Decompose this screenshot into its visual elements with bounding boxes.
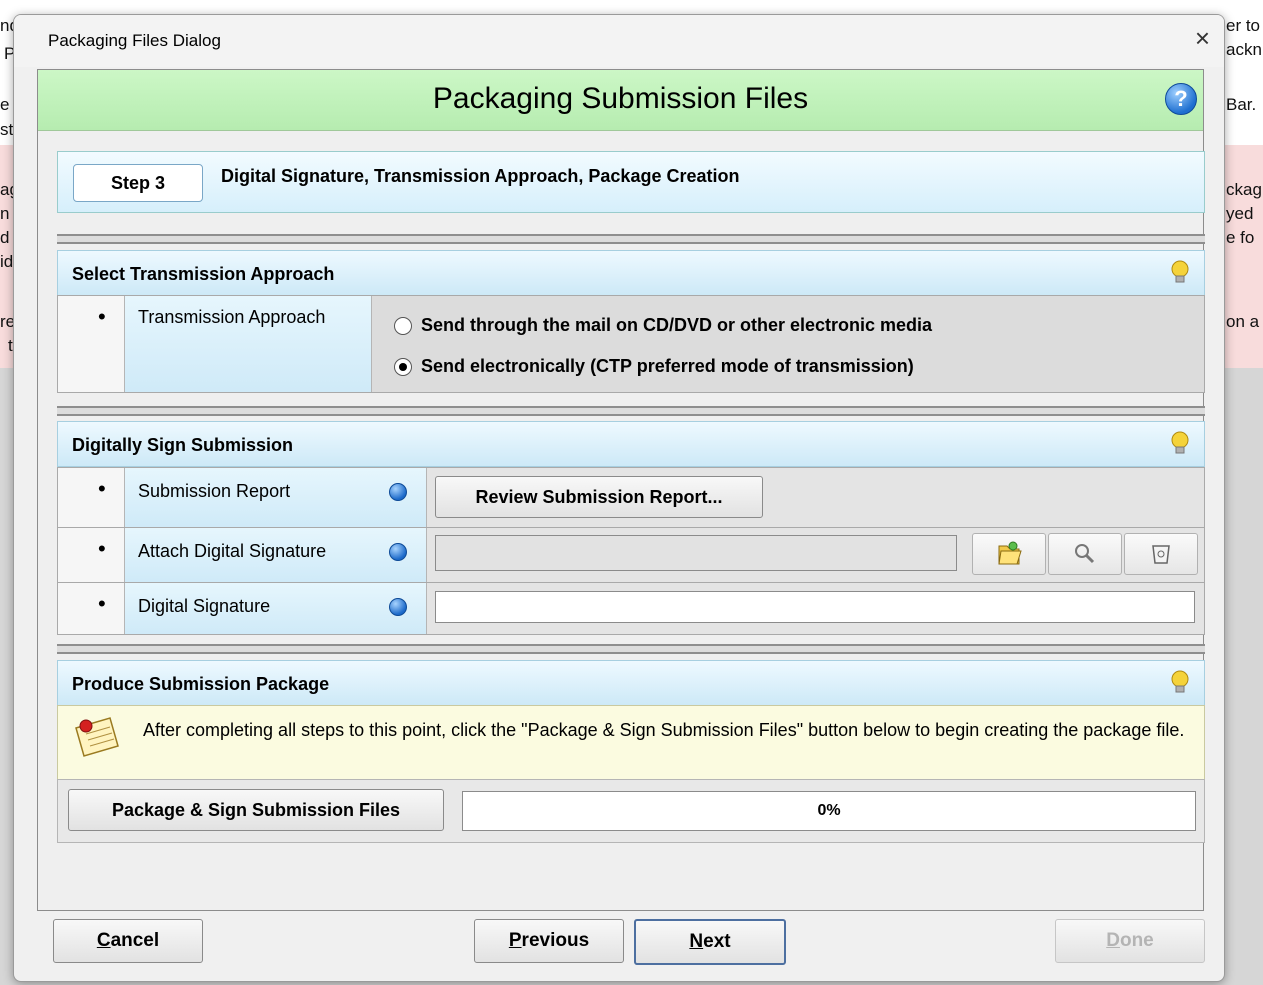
attach-signature-field[interactable]: [435, 535, 957, 571]
digital-signature-field[interactable]: [435, 591, 1195, 623]
sign-section-header: Digitally Sign Submission: [57, 421, 1205, 467]
next-button[interactable]: Next: [634, 919, 786, 965]
background-text: er to: [1226, 16, 1261, 35]
background-text: Bar.: [1226, 95, 1257, 114]
package-progress-bar: 0%: [462, 791, 1196, 831]
page-title: Packaging Submission Files: [432, 82, 809, 115]
info-panel: After completing all steps to this point…: [57, 705, 1205, 781]
background-text: e fo: [1226, 228, 1255, 247]
attach-signature-label: Attach Digital Signature: [138, 541, 327, 561]
browse-button[interactable]: [972, 533, 1046, 575]
radio-mail-media[interactable]: [394, 317, 412, 335]
produce-section-header: Produce Submission Package: [57, 660, 1205, 706]
transmission-label: Transmission Approach: [138, 307, 326, 327]
background-text: yed: [1226, 204, 1254, 223]
section-divider: [57, 406, 1205, 416]
step-description: Digital Signature, Transmission Approach…: [221, 166, 740, 186]
radio-send-electronically[interactable]: [394, 358, 412, 376]
view-button[interactable]: [1048, 533, 1122, 575]
clear-button[interactable]: [1124, 533, 1198, 575]
close-icon[interactable]: ×: [1195, 23, 1210, 54]
bullet-cell: •: [58, 296, 125, 392]
clear-icon: [1152, 545, 1170, 564]
status-dot-icon: [389, 483, 407, 501]
section-title: Digitally Sign Submission: [72, 435, 294, 455]
section-divider: [57, 644, 1205, 654]
page-header: Packaging Submission Files ?: [38, 70, 1203, 131]
dialog-titlebar: Packaging Files Dialog ×: [14, 15, 1224, 67]
package-sign-button[interactable]: Package & Sign Submission Files: [68, 789, 444, 831]
section-divider: [57, 234, 1205, 244]
status-dot-icon: [389, 543, 407, 561]
dialog-title: Packaging Files Dialog: [48, 31, 221, 50]
previous-button[interactable]: Previous: [474, 919, 624, 963]
lightbulb-icon[interactable]: [1170, 670, 1190, 696]
lightbulb-icon[interactable]: [1170, 260, 1190, 286]
attach-signature-row: • Attach Digital Signature: [57, 527, 1205, 583]
info-text: After completing all steps to this point…: [143, 720, 1185, 740]
transmission-section-header: Select Transmission Approach: [57, 250, 1205, 296]
bullet-cell: •: [58, 528, 125, 582]
package-row: Package & Sign Submission Files 0%: [57, 779, 1205, 843]
radio-mail-media-label[interactable]: Send through the mail on CD/DVD or other…: [421, 315, 932, 336]
transmission-row: • Transmission Approach Send through the…: [57, 295, 1205, 393]
packaging-files-dialog: Packaging Files Dialog × Packaging Submi…: [13, 14, 1225, 982]
background-text: ackn: [1226, 40, 1262, 59]
done-button: Done: [1055, 919, 1205, 963]
bullet-cell: •: [58, 468, 125, 527]
section-title: Produce Submission Package: [72, 674, 330, 694]
magnifier-icon: [1075, 544, 1095, 564]
review-submission-report-button[interactable]: Review Submission Report...: [435, 476, 763, 518]
background-text: on a: [1226, 312, 1260, 331]
background-text: ckag: [1226, 180, 1262, 199]
folder-open-icon: [998, 541, 1022, 565]
transmission-label-cell: Transmission Approach: [125, 296, 372, 392]
submission-report-row: • Submission Report Review Submission Re…: [57, 467, 1205, 528]
step-panel: Step 3 Digital Signature, Transmission A…: [57, 151, 1205, 213]
submission-report-label-cell: Submission Report: [125, 468, 427, 527]
bullet-cell: •: [58, 583, 125, 634]
cancel-button[interactable]: Cancel: [53, 919, 203, 963]
notepad-icon: [75, 717, 119, 757]
digital-signature-label: Digital Signature: [138, 596, 271, 616]
status-dot-icon: [389, 598, 407, 616]
section-title: Select Transmission Approach: [72, 264, 335, 284]
dialog-content: Packaging Submission Files ? Step 3 Digi…: [37, 69, 1205, 911]
submission-report-label: Submission Report: [138, 481, 291, 501]
digital-signature-label-cell: Digital Signature: [125, 583, 427, 634]
lightbulb-icon[interactable]: [1170, 431, 1190, 457]
attach-signature-label-cell: Attach Digital Signature: [125, 528, 427, 582]
radio-send-electronically-label[interactable]: Send electronically (CTP preferred mode …: [421, 356, 914, 377]
step-indicator-button[interactable]: Step 3: [73, 164, 203, 202]
digital-signature-row: • Digital Signature: [57, 582, 1205, 635]
help-icon[interactable]: ?: [1165, 83, 1197, 115]
